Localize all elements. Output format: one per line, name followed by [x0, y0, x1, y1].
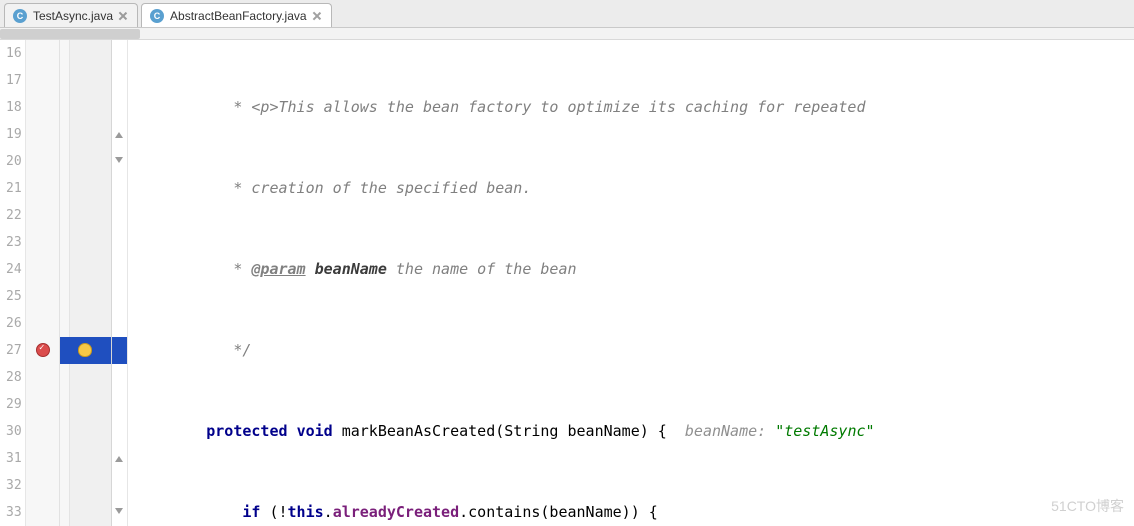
indent: [134, 256, 224, 283]
line-number: 33: [0, 499, 19, 526]
line-number: 16: [0, 40, 19, 67]
javadoc: * <p>This allows the bean factory to opt…: [224, 94, 865, 121]
java-class-icon: C: [13, 9, 27, 23]
javadoc-param: beanName: [315, 256, 387, 283]
inlay-hint: beanName:: [667, 418, 775, 445]
javadoc: *: [224, 256, 251, 283]
execution-line-strip: [112, 337, 127, 364]
close-icon[interactable]: [119, 12, 127, 20]
keyword: this: [288, 499, 324, 526]
tab-label: AbstractBeanFactory.java: [170, 9, 307, 23]
line-number: 22: [0, 202, 19, 229]
indent: [134, 337, 224, 364]
code-text: .contains(beanName)) {: [459, 499, 658, 526]
code-line[interactable]: protected void markBeanAsCreated(String …: [128, 418, 1134, 445]
code-line[interactable]: */: [128, 337, 1134, 364]
java-class-icon: C: [150, 9, 164, 23]
line-number: 31: [0, 445, 19, 472]
code-area[interactable]: * <p>This allows the bean factory to opt…: [128, 40, 1134, 526]
line-number: 21: [0, 175, 19, 202]
line-number-gutter: 16 17 18 19 20 21 22 23 24 25 26 27 28 2…: [0, 40, 26, 526]
line-number: 26: [0, 310, 19, 337]
scroll-thumb[interactable]: [0, 29, 140, 39]
indent: [134, 94, 224, 121]
line-number: 24: [0, 256, 19, 283]
editor-tabbar: C TestAsync.java C AbstractBeanFactory.j…: [0, 0, 1134, 28]
javadoc: * creation of the specified bean.: [224, 175, 531, 202]
line-number: 27: [0, 337, 19, 364]
breakpoint-icon[interactable]: [36, 343, 50, 357]
line-number: 32: [0, 472, 19, 499]
code-text: (!: [260, 499, 287, 526]
line-number: 18: [0, 94, 19, 121]
tab-testasync[interactable]: C TestAsync.java: [4, 3, 138, 27]
code-text: markBeanAsCreated(String beanName) {: [333, 418, 667, 445]
horizontal-scrollbar[interactable]: [0, 28, 1134, 40]
indent: [134, 418, 206, 445]
tab-abstractbeanfactory[interactable]: C AbstractBeanFactory.java: [141, 3, 332, 27]
tab-label: TestAsync.java: [33, 9, 113, 23]
editor-area: 16 17 18 19 20 21 22 23 24 25 26 27 28 2…: [0, 40, 1134, 526]
fold-column[interactable]: [112, 40, 128, 526]
fold-start-icon[interactable]: [114, 156, 124, 166]
javadoc-tag: @param: [251, 256, 305, 283]
annotation-strip-divider: [60, 40, 70, 526]
code-line[interactable]: * <p>This allows the bean factory to opt…: [128, 94, 1134, 121]
breakpoint-column[interactable]: [26, 40, 60, 526]
line-number: 28: [0, 364, 19, 391]
code-line[interactable]: * @param beanName the name of the bean: [128, 256, 1134, 283]
line-number: 29: [0, 391, 19, 418]
fold-end-icon[interactable]: [114, 129, 124, 139]
line-number: 19: [0, 121, 19, 148]
line-number: 17: [0, 67, 19, 94]
fold-start-icon[interactable]: [114, 507, 124, 517]
keyword: protected: [206, 418, 287, 445]
code-line[interactable]: if (!this.alreadyCreated.contains(beanNa…: [128, 499, 1134, 526]
keyword: if: [242, 499, 260, 526]
field-ref: alreadyCreated: [333, 499, 459, 526]
line-number: 25: [0, 283, 19, 310]
intention-bulb-icon[interactable]: [78, 343, 92, 357]
close-icon[interactable]: [313, 12, 321, 20]
line-number: 20: [0, 148, 19, 175]
keyword: void: [297, 418, 333, 445]
indent: [134, 175, 224, 202]
inlay-hint-value: "testAsync": [775, 418, 874, 445]
annotation-strip: [60, 40, 112, 526]
ide-root: C TestAsync.java C AbstractBeanFactory.j…: [0, 0, 1134, 526]
javadoc: the name of the bean: [387, 256, 577, 283]
line-number: 30: [0, 418, 19, 445]
javadoc: */: [224, 337, 251, 364]
indent: [134, 499, 242, 526]
fold-end-icon[interactable]: [114, 453, 124, 463]
code-text: .: [324, 499, 333, 526]
code-line[interactable]: * creation of the specified bean.: [128, 175, 1134, 202]
line-number: 23: [0, 229, 19, 256]
